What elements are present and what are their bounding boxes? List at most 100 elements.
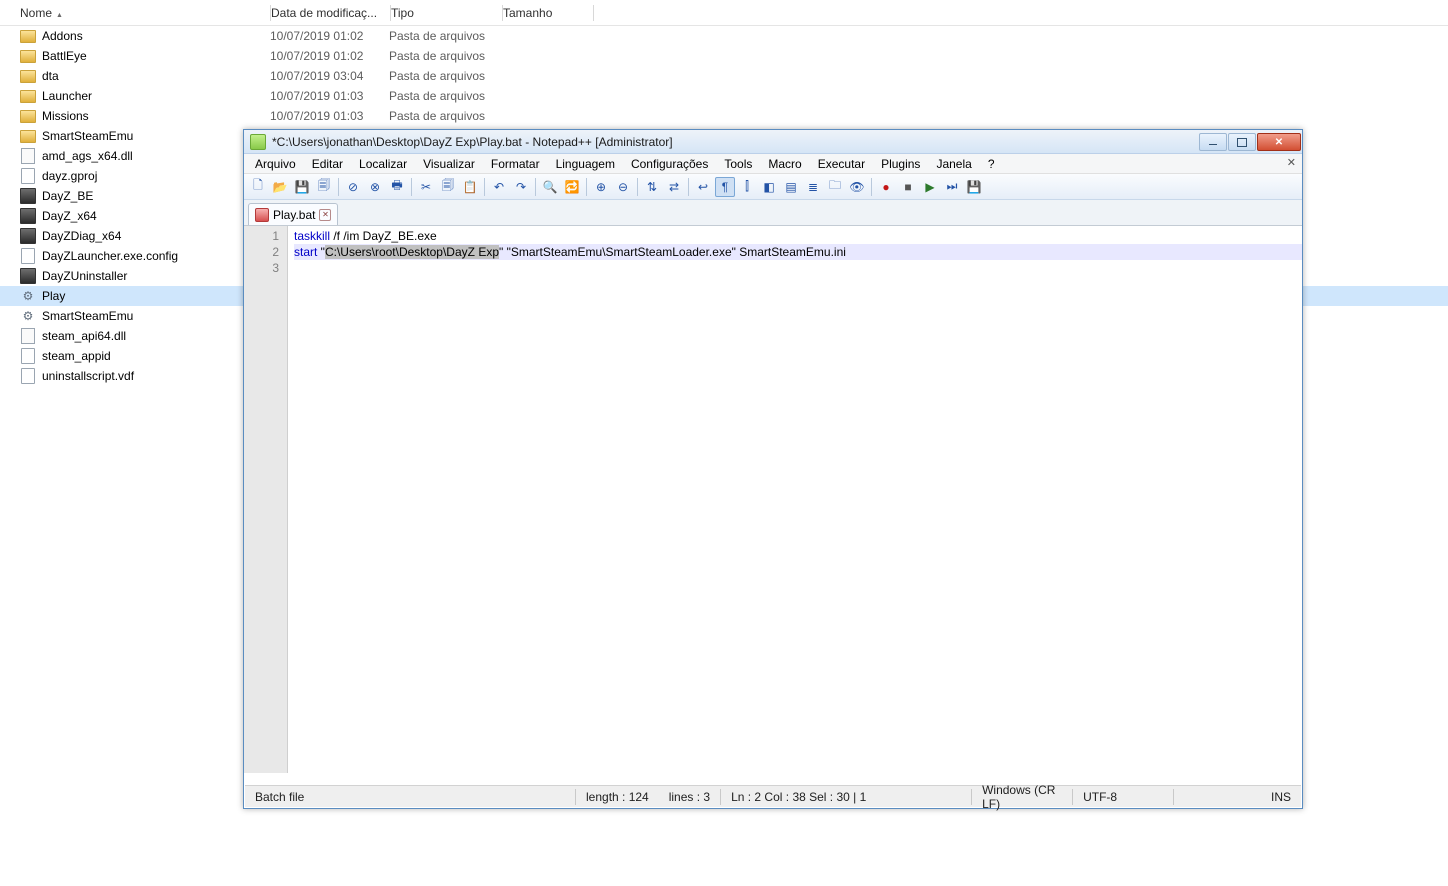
menu-arquivo[interactable]: Arquivo [247,155,304,173]
toolbar-separator [688,178,689,196]
paste-button[interactable]: 📋 [460,177,480,197]
undo-button[interactable]: ↶ [489,177,509,197]
folder-workspace-button[interactable]: 🗀 [825,177,845,197]
macro-save-button[interactable]: 💾 [964,177,984,197]
print-button[interactable]: 🖶 [387,177,407,197]
code-line[interactable]: taskkill /f /im DayZ_BE.exe [294,228,1302,244]
menu-close-icon[interactable]: ✕ [1287,156,1296,169]
file-type: Pasta de arquivos [389,69,500,83]
save-all-button[interactable]: 🗐 [314,177,334,197]
folder-icon [20,48,36,64]
toolbar-separator [637,178,638,196]
file-name: Missions [42,109,89,123]
gear-icon [20,308,36,324]
bat-icon [20,288,36,304]
folder-icon [20,28,36,44]
show-all-button[interactable]: ¶ [715,177,735,197]
file-name: DayZ_x64 [42,209,97,223]
menu-visualizar[interactable]: Visualizar [415,155,483,173]
open-file-button[interactable]: 📂 [270,177,290,197]
menu-localizar[interactable]: Localizar [351,155,415,173]
folder-icon [20,108,36,124]
zoom-out-button[interactable]: ⊖ [613,177,633,197]
line-number: 3 [244,260,287,276]
file-name: DayZDiag_x64 [42,229,121,243]
toolbar-separator [535,178,536,196]
toolbar-separator [586,178,587,196]
code-line[interactable] [294,260,1302,276]
menu-janela[interactable]: Janela [928,155,979,173]
replace-button[interactable]: 🔁 [562,177,582,197]
tab-close-icon[interactable]: ✕ [319,209,331,221]
macro-stop-button[interactable]: ■ [898,177,918,197]
folder-icon [20,128,36,144]
toolbar-separator [484,178,485,196]
menu-executar[interactable]: Executar [810,155,873,173]
exe-icon [20,188,36,204]
file-name: DayZLauncher.exe.config [42,249,178,263]
file-name: Launcher [42,89,92,103]
file-name: SmartSteamEmu [42,129,133,143]
file-date: 10/07/2019 01:02 [270,49,389,63]
copy-button[interactable]: 🗐 [438,177,458,197]
menu-tools[interactable]: Tools [716,155,760,173]
maximize-button[interactable] [1228,133,1256,151]
menu-formatar[interactable]: Formatar [483,155,548,173]
menu-configuraes[interactable]: Configurações [623,155,716,173]
close-all-button[interactable]: ⊗ [365,177,385,197]
indent-guide-button[interactable]: ⫿ [737,177,757,197]
sync-v-button[interactable]: ⇅ [642,177,662,197]
column-divider[interactable] [593,5,594,21]
doc-map-button[interactable]: ▤ [781,177,801,197]
redo-button[interactable]: ↷ [511,177,531,197]
sync-h-button[interactable]: ⇄ [664,177,684,197]
file-icon [20,348,36,364]
status-bar: Batch file length : 124 lines : 3 Ln : 2… [245,785,1301,807]
line-number: 1 [244,228,287,244]
code-line[interactable]: start "C:\Users\root\Desktop\DayZ Exp" "… [294,244,1302,260]
column-header-type[interactable]: Tipo [391,6,502,20]
wordwrap-button[interactable]: ↩ [693,177,713,197]
menu-[interactable]: ? [980,155,1003,173]
code-area[interactable]: taskkill /f /im DayZ_BE.exe start "C:\Us… [288,226,1302,773]
file-row[interactable]: BattlEye10/07/2019 01:02Pasta de arquivo… [0,46,1448,66]
column-header-name[interactable]: Nome▲ [0,6,270,20]
title-bar[interactable]: *C:\Users\jonathan\Desktop\DayZ Exp\Play… [244,130,1302,154]
file-icon [20,168,36,184]
folder-icon [20,88,36,104]
menu-linguagem[interactable]: Linguagem [548,155,623,173]
close-button[interactable] [1257,133,1301,151]
monitoring-button[interactable]: 👁 [847,177,867,197]
find-button[interactable]: 🔍 [540,177,560,197]
macro-play-button[interactable]: ▶ [920,177,940,197]
minimize-button[interactable] [1199,133,1227,151]
sort-asc-icon: ▲ [56,12,63,19]
toolbar-separator [411,178,412,196]
file-row[interactable]: dta10/07/2019 03:04Pasta de arquivos [0,66,1448,86]
menu-macro[interactable]: Macro [760,155,809,173]
new-file-button[interactable]: 🗋 [248,177,268,197]
save-button[interactable]: 💾 [292,177,312,197]
user-lang-button[interactable]: ◧ [759,177,779,197]
file-row[interactable]: Missions10/07/2019 01:03Pasta de arquivo… [0,106,1448,126]
tab-play-bat[interactable]: Play.bat ✕ [248,203,338,225]
file-row[interactable]: Launcher10/07/2019 01:03Pasta de arquivo… [0,86,1448,106]
exe-icon [20,208,36,224]
status-encoding: UTF-8 [1073,790,1173,804]
file-name: steam_api64.dll [42,329,126,343]
menu-plugins[interactable]: Plugins [873,155,928,173]
func-list-button[interactable]: ≣ [803,177,823,197]
zoom-in-button[interactable]: ⊕ [591,177,611,197]
column-header-date[interactable]: Data de modificaç... [271,6,390,20]
menu-editar[interactable]: Editar [304,155,351,173]
file-row[interactable]: Addons10/07/2019 01:02Pasta de arquivos [0,26,1448,46]
exe-icon [20,228,36,244]
macro-record-button[interactable]: ● [876,177,896,197]
file-date: 10/07/2019 03:04 [270,69,389,83]
close-file-button[interactable]: ⊘ [343,177,363,197]
macro-multi-button[interactable]: ⏭ [942,177,962,197]
cut-button[interactable]: ✂ [416,177,436,197]
dll-icon [20,328,36,344]
selection: C:\Users\root\Desktop\DayZ Exp [325,245,499,259]
column-header-size[interactable]: Tamanho [503,6,593,20]
